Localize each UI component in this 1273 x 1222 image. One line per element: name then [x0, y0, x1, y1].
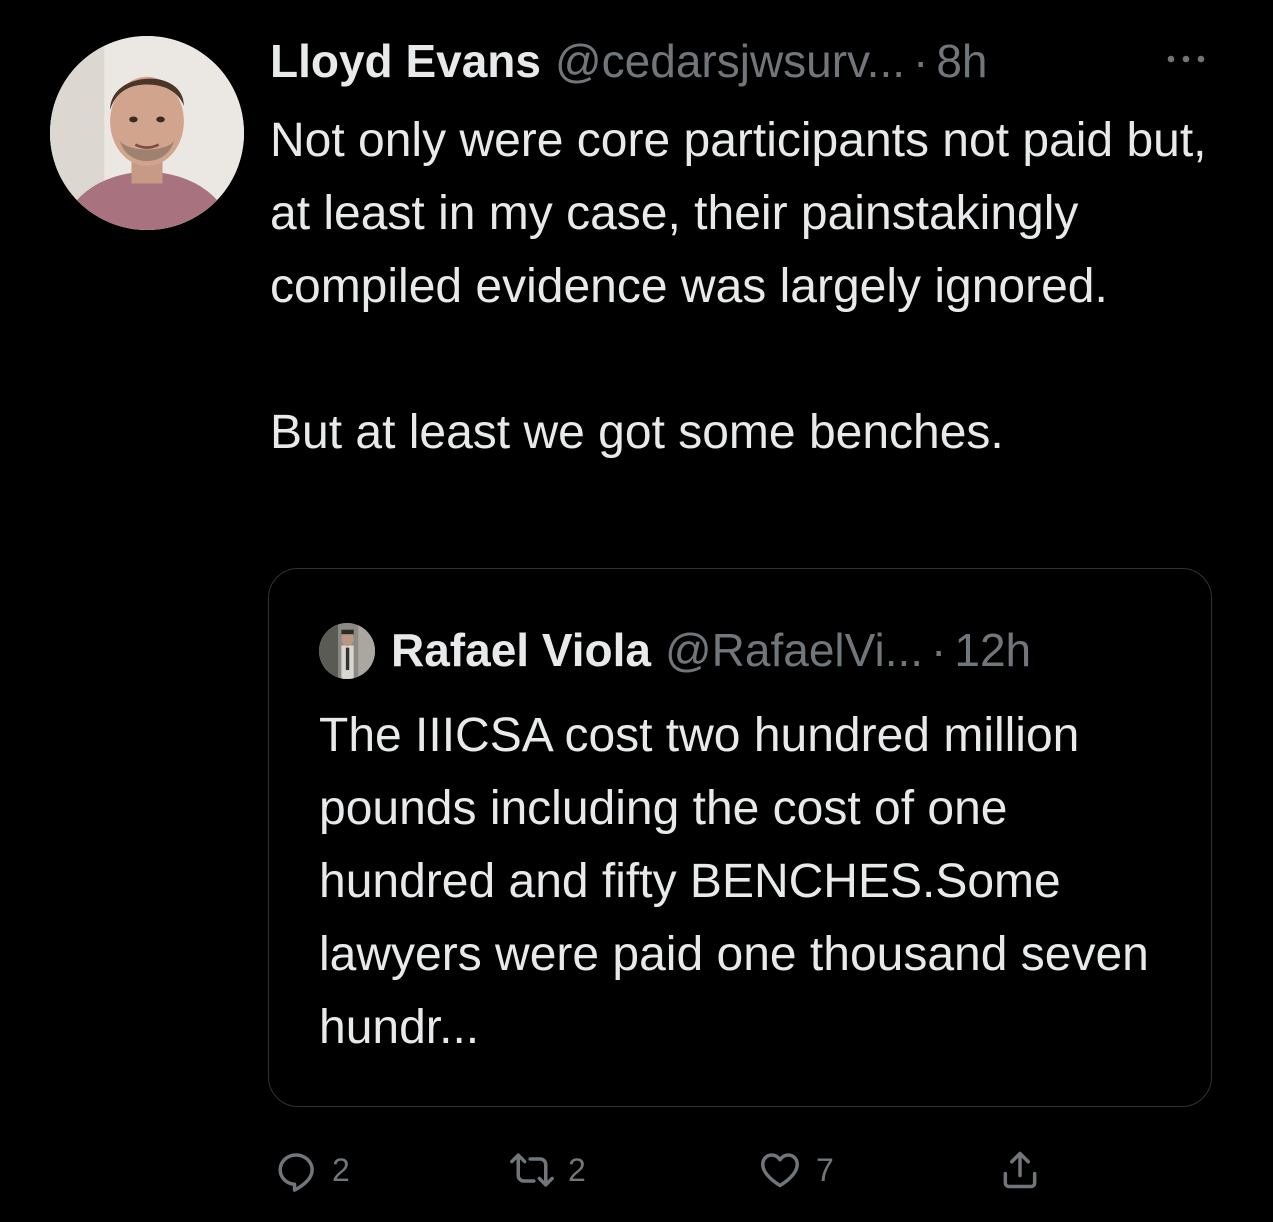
tweet-header: Lloyd Evans @cedarsjwsurv... · 8h — [270, 30, 988, 92]
tweet-timestamp[interactable]: 8h — [936, 30, 987, 92]
tweet-paragraph: But at least we got some benches. — [270, 406, 1004, 459]
reply-button[interactable]: 2 — [274, 1140, 350, 1200]
quoted-header-separator: · — [931, 624, 947, 676]
author-name[interactable]: Lloyd Evans — [270, 30, 541, 92]
quoted-tweet-text: The IIICSA cost two hundred million poun… — [319, 709, 1149, 1054]
author-handle[interactable]: @cedarsjwsurv... — [555, 30, 905, 92]
like-count: 7 — [816, 1151, 834, 1188]
quoted-avatar-photo — [319, 623, 375, 679]
header-separator: · — [913, 35, 929, 87]
tweet-action-bar: 2 2 7 — [270, 1140, 1070, 1200]
retweet-button[interactable]: 2 — [510, 1140, 586, 1200]
more-horizontal-icon — [1167, 55, 1205, 63]
more-options-button[interactable] — [1160, 44, 1212, 74]
avatar-photo — [50, 36, 244, 230]
quoted-tweet-timestamp: 12h — [954, 624, 1032, 676]
share-icon — [1003, 1151, 1037, 1189]
retweet-count: 2 — [568, 1151, 586, 1188]
quoted-author-handle: @RafaelVi... — [664, 624, 924, 676]
retweet-icon — [510, 1153, 554, 1187]
quoted-author-name: Rafael Viola — [391, 624, 651, 676]
quoted-tweet-header: Rafael Viola @RafaelVi... · 12h — [391, 619, 1031, 681]
author-avatar[interactable] — [50, 36, 244, 230]
like-button[interactable]: 7 — [758, 1140, 834, 1200]
tweet-text: Not only were core participants not paid… — [270, 104, 1240, 469]
reply-count: 2 — [332, 1151, 350, 1188]
quoted-tweet-card[interactable]: Rafael Viola @RafaelVi... · 12h The IIIC… — [268, 568, 1212, 1107]
heart-icon — [761, 1153, 799, 1188]
quoted-author-avatar[interactable] — [319, 623, 375, 679]
tweet-paragraph: Not only were core participants not paid… — [270, 114, 1207, 313]
reply-icon — [278, 1153, 314, 1192]
share-button[interactable] — [998, 1140, 1042, 1200]
